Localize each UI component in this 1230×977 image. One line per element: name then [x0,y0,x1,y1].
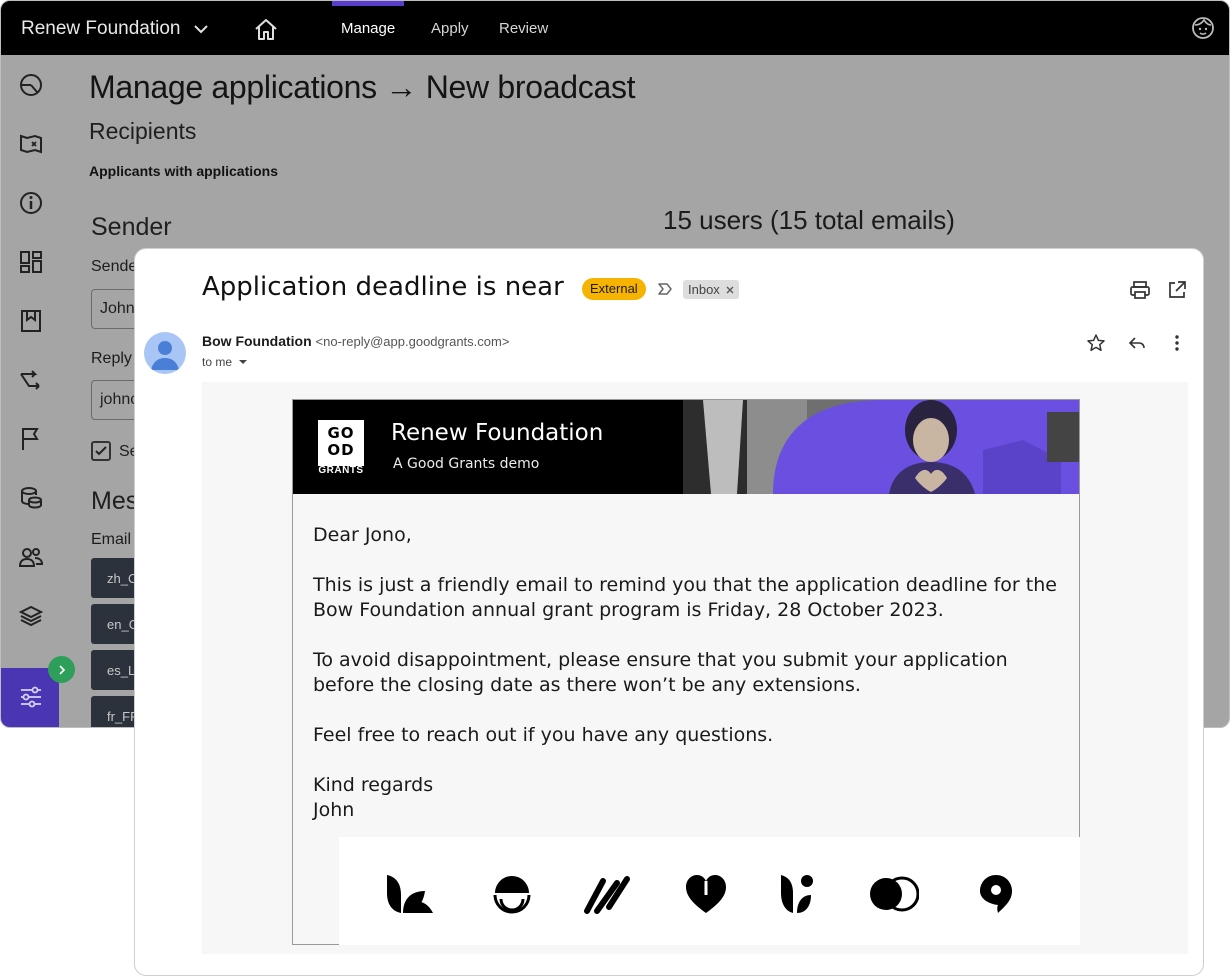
closing: Kind regards [313,774,434,796]
inbox-label-chip: Inbox [683,280,739,299]
sender-name: Bow Foundation [202,333,312,349]
sliders-icon [21,686,41,708]
banner-subtitle: A Good Grants demo [393,456,540,472]
send-checkbox[interactable] [91,441,111,461]
home-icon[interactable] [253,17,279,43]
email-letter: Dear Jono, This is just a friendly email… [313,523,1063,823]
recipient-details-toggle[interactable]: to me [202,355,248,369]
sender-line: Bow Foundation <no-reply@app.goodgrants.… [202,333,509,349]
partner-logo-heart-icon [686,875,726,913]
default-avatar-icon [144,332,186,374]
users-count: 15 users (15 total emails) [663,205,955,235]
email-banner: GO OD GRANTS Renew Foundation A Good Gra… [293,400,1079,494]
caret-down-icon [239,360,248,364]
active-nav-indicator [332,1,404,6]
sender-avatar [144,332,186,374]
star-icon[interactable] [1086,333,1106,353]
coins-icon[interactable] [18,485,44,511]
org-switcher[interactable]: Renew Foundation [21,18,211,40]
inbox-label-text: Inbox [688,282,720,297]
partner-logo-slashes-icon [584,876,630,914]
reply-to-label: Reply [91,350,132,367]
nav-apply[interactable]: Apply [431,20,469,37]
partner-logo-pin-icon [980,875,1012,913]
info-icon[interactable] [18,190,44,216]
dashboard-icon[interactable] [18,72,44,98]
signature: John [313,799,355,821]
message-heading: Mes [91,487,139,515]
paragraph-questions: Feel free to reach out if you have any q… [313,724,774,746]
greeting: Dear Jono, [313,524,412,546]
close-icon[interactable] [726,286,734,294]
grid-layout-icon[interactable] [18,249,44,275]
nav-manage[interactable]: Manage [341,20,395,37]
logo-text-bottom: OD [327,441,355,459]
open-in-new-window-icon[interactable] [1166,279,1188,301]
top-navigation-bar: Renew Foundation Manage Apply Review [1,1,1229,55]
flag-icon[interactable] [18,426,44,452]
sender-address: <no-reply@app.goodgrants.com> [315,334,510,349]
banner-photo [683,400,1079,494]
email-template-card: GO OD GRANTS Renew Foundation A Good Gra… [292,399,1080,945]
layers-icon[interactable] [18,603,44,629]
email-preview-window: Application deadline is near External In… [134,248,1204,976]
logo-wordmark: GRANTS [318,465,364,476]
recipient-line: to me [202,355,233,369]
nav-review[interactable]: Review [499,20,548,37]
chevron-down-icon [193,25,208,34]
email-subject: Application deadline is near [202,272,564,302]
recipients-heading: Recipients [89,118,197,144]
label-arrow-icon[interactable] [656,280,674,298]
print-icon[interactable] [1129,279,1151,301]
reply-icon[interactable] [1127,333,1147,353]
page-title: Manage applications → New broadcast [89,69,636,105]
bookmark-icon[interactable] [18,308,44,334]
workflow-icon[interactable] [18,367,44,393]
partner-logo-sun-icon [493,876,531,914]
partner-logo-sprout-icon [781,875,813,913]
good-grants-logo: GO OD [318,420,364,466]
logo-text-top: GO [327,424,355,442]
users-icon[interactable] [18,544,44,570]
recipients-value: Applicants with applications [89,163,279,179]
more-options-icon[interactable] [1167,333,1187,353]
left-sidebar [1,55,59,727]
partner-logos [339,837,1080,945]
external-badge: External [582,278,646,300]
paragraph-deadline: This is just a friendly email to remind … [313,574,1057,621]
map-icon[interactable] [18,131,44,157]
partner-logo-leaf-icon [387,875,433,913]
sender-name-label: Sende [91,258,138,275]
paragraph-reminder: To avoid disappointment, please ensure t… [313,649,1008,696]
banner-title: Renew Foundation [391,420,604,446]
email-label: Email [91,531,132,548]
checkmark-icon [95,446,107,456]
partner-logo-circles-icon [870,876,919,912]
user-profile-icon[interactable] [1191,16,1215,40]
sender-heading: Sender [91,213,172,241]
org-name: Renew Foundation [21,18,181,39]
